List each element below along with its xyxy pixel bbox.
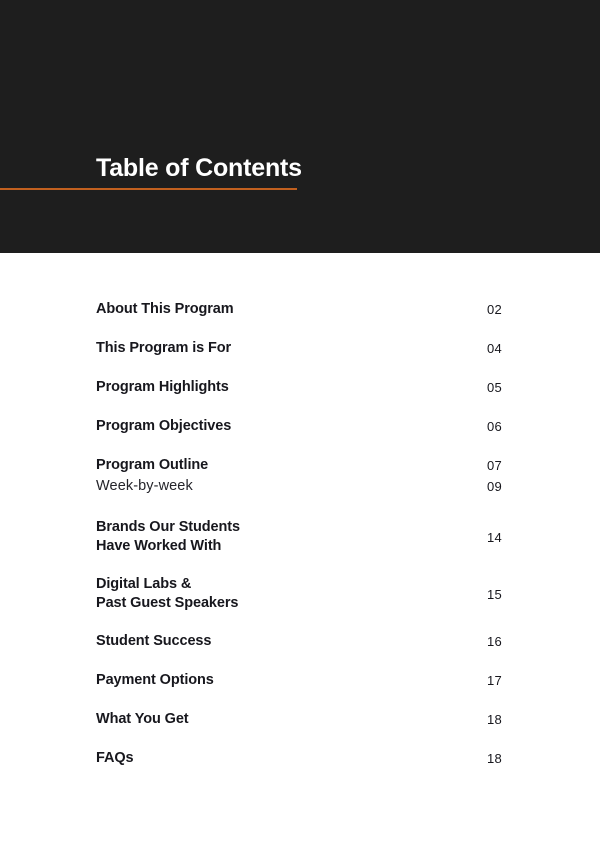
toc-entry-page-number: 17 xyxy=(486,673,502,688)
table-of-contents-page: Table of Contents About This Program 02 … xyxy=(0,0,600,849)
toc-entry-label: Program Objectives xyxy=(96,418,232,434)
toc-entry-page-number: 05 xyxy=(486,380,502,395)
toc-entry[interactable]: Digital Labs & Past Guest Speakers 15 xyxy=(96,575,502,613)
toc-entry[interactable]: Program Outline 07 xyxy=(96,456,502,475)
toc-entry[interactable]: Brands Our Students Have Worked With 14 xyxy=(96,518,502,556)
toc-entry-label: About This Program xyxy=(96,301,234,317)
toc-list: About This Program 02 This Program is Fo… xyxy=(96,300,502,768)
header-band: Table of Contents xyxy=(0,0,600,253)
toc-entry[interactable]: Program Highlights 05 xyxy=(96,378,502,397)
toc-entry-label: Program Outline xyxy=(96,457,209,473)
toc-entry[interactable]: FAQs 18 xyxy=(96,749,502,768)
toc-entry[interactable]: Program Objectives 06 xyxy=(96,417,502,436)
toc-entry-page-number: 15 xyxy=(486,586,502,602)
toc-entry-page-number: 02 xyxy=(486,302,502,317)
toc-entry-label: Program Highlights xyxy=(96,379,229,395)
page-title: Table of Contents xyxy=(96,154,302,182)
toc-entry-page-number: 09 xyxy=(486,479,502,494)
toc-entry-page-number: 06 xyxy=(486,419,502,434)
toc-entry-page-number: 16 xyxy=(486,634,502,649)
toc-entry-label: Digital Labs & Past Guest Speakers xyxy=(96,576,239,611)
toc-entry-label: Student Success xyxy=(96,633,212,649)
toc-entry[interactable]: This Program is For 04 xyxy=(96,339,502,358)
toc-sub-entry[interactable]: Week-by-week 09 xyxy=(96,477,502,496)
toc-entry-label: Brands Our Students Have Worked With xyxy=(96,519,240,554)
toc-entry-page-number: 07 xyxy=(486,458,502,473)
toc-entry[interactable]: About This Program 02 xyxy=(96,300,502,319)
toc-entry[interactable]: Payment Options 17 xyxy=(96,671,502,690)
title-underline-rule xyxy=(0,188,297,190)
toc-entry-label: This Program is For xyxy=(96,340,232,356)
toc-entry-page-number: 04 xyxy=(486,341,502,356)
toc-entry[interactable]: What You Get 18 xyxy=(96,710,502,729)
toc-entry-page-number: 18 xyxy=(486,712,502,727)
toc-entry[interactable]: Student Success 16 xyxy=(96,632,502,651)
toc-entry-page-number: 14 xyxy=(486,529,502,545)
toc-entry-label: FAQs xyxy=(96,750,134,766)
toc-entry-label: What You Get xyxy=(96,711,189,727)
toc-entry-label: Payment Options xyxy=(96,672,214,688)
toc-entry-page-number: 18 xyxy=(486,751,502,766)
toc-entry-label: Week-by-week xyxy=(96,478,193,494)
